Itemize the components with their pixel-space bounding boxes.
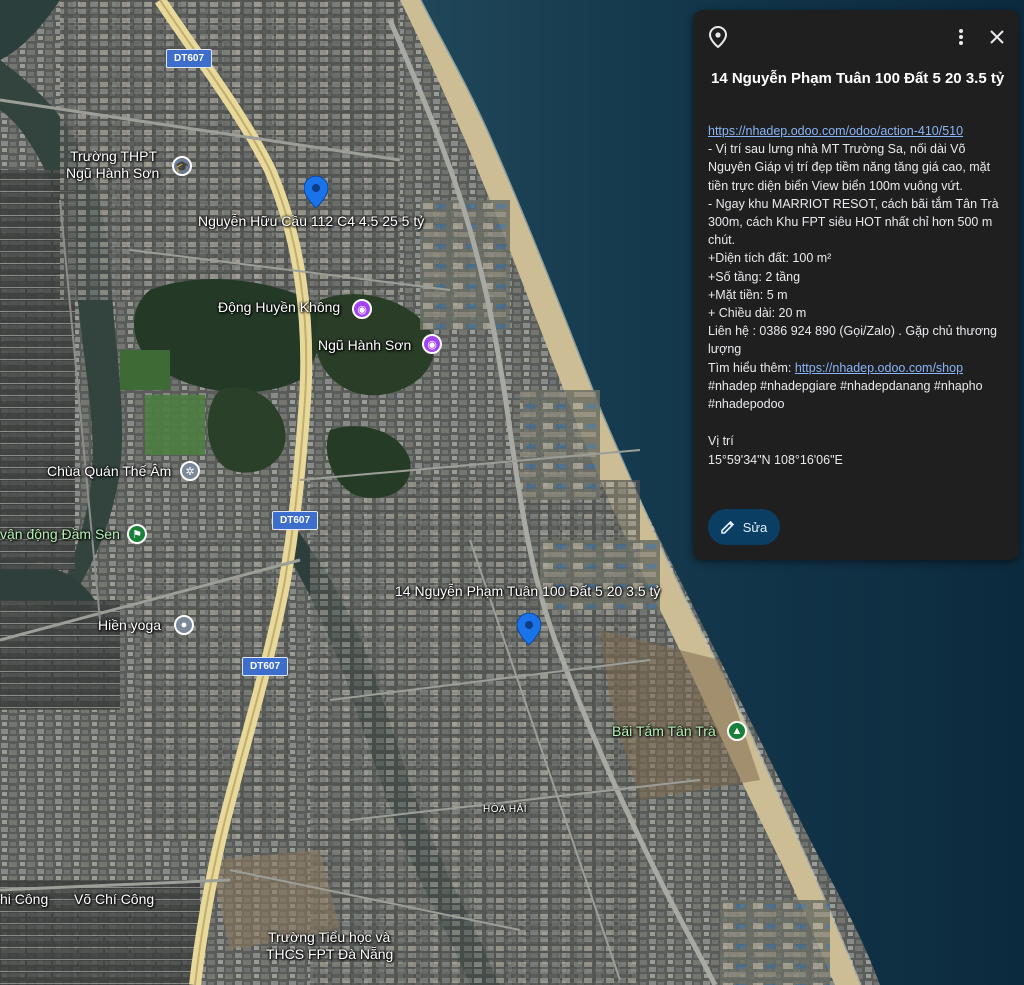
more-info-line: Tìm hiểu thêm: https://nhadep.odoo.com/s… [708,359,1010,377]
description-line: - Vị trí sau lưng nhà MT Trường Sa, nối … [708,142,991,193]
road-shield-dt607: DT607 [166,49,213,68]
map-label-vo-chi-cong[interactable]: Võ Chí Công [74,891,154,907]
beach-tree-icon[interactable]: ▲ [727,721,747,741]
place-dot-icon[interactable]: ● [174,615,194,635]
shop-link[interactable]: https://nhadep.odoo.com/shop [795,361,963,375]
floors-line: +Số tầng: 2 tầng [708,269,801,284]
park-icon[interactable]: ⚑ [127,524,147,544]
camera-icon[interactable]: ◉ [422,334,442,354]
road-shield-dt607: DT607 [272,511,319,530]
place-description: https://nhadep.odoo.com/odoo/action-410/… [708,122,1010,413]
map-label-truong-tieu-hoc-2[interactable]: THCS FPT Đà Nẵng [266,946,393,962]
description-line: - Ngay khu MARRIOT RESOT, cách bãi tắm T… [708,196,999,248]
hashtags: #nhadep #nhadepgiare #nhadepdanang #nhap… [708,378,983,412]
temple-icon[interactable]: ✲ [180,461,200,481]
map-label-nguyen-pham-tuan[interactable]: 14 Nguyễn Phạm Tuân 100 Đất 5 20 3.5 tỷ [395,583,660,599]
road-shield-dt607: DT607 [242,657,289,676]
area-line: +Diện tích đất: 100 m² [708,251,832,266]
length-line: + Chiều dài: 20 m [708,306,807,321]
map-label-dong-huyen-khong[interactable]: Động Huyền Không [218,299,340,315]
location-label: Vị trí [708,434,734,448]
action-link[interactable]: https://nhadep.odoo.com/odoo/action-410/… [708,122,1010,140]
frontage-line: +Mặt tiền: 5 m [708,287,788,302]
map-label-chua-quan-the-am[interactable]: Chùa Quán Thế Âm [47,463,171,479]
map-label-ngu-hanh-son[interactable]: Ngũ Hành Sơn [318,337,411,353]
map-label-chi-cong-left[interactable]: hi Công [0,891,48,907]
map-label-truong-tieu-hoc[interactable]: Trường Tiểu học và [268,929,390,945]
map-label-hien-yoga[interactable]: Hiền yoga [98,617,161,633]
coordinates-value[interactable]: 15°59'34"N 108°16'06"E [708,453,843,467]
contact-line: Liên hệ : 0386 924 890 (Gọi/Zalo) . Gặp … [708,324,997,357]
edit-icon [720,520,734,534]
place-info-panel: 14 Nguyễn Phạm Tuân 100 Đất 5 20 3.5 tỷ … [693,10,1019,560]
close-icon[interactable] [985,25,1009,49]
location-pin-icon[interactable] [304,176,328,208]
map-label-nguyen-huu-cau[interactable]: Nguyễn Hữu Cầu 112 C4 4.5 25 5 tỷ [198,213,424,229]
edit-button-label: Sửa [742,519,768,535]
camera-icon[interactable]: ◉ [352,299,372,319]
map-label-truong-thpt-2[interactable]: Ngũ Hành Sơn [66,165,159,181]
map-label-truong-thpt[interactable]: Trường THPT [70,148,157,164]
map-label-van-dong-dam-sen[interactable]: vận động Đầm Sen [0,526,120,542]
more-vert-icon[interactable] [949,25,973,49]
location-pin-icon[interactable] [517,613,541,645]
map-label-hoa-hai: HÒA HẢI [483,804,528,815]
place-icon [706,25,730,49]
more-info-prefix: Tìm hiểu thêm: [708,360,795,375]
edit-button[interactable]: Sửa [708,509,780,545]
place-title: 14 Nguyễn Phạm Tuân 100 Đất 5 20 3.5 tỷ [711,70,1005,87]
map-label-bai-tam-tan-tra[interactable]: Bãi Tắm Tân Trà [612,723,716,739]
school-icon[interactable]: 🎓 [172,156,192,176]
